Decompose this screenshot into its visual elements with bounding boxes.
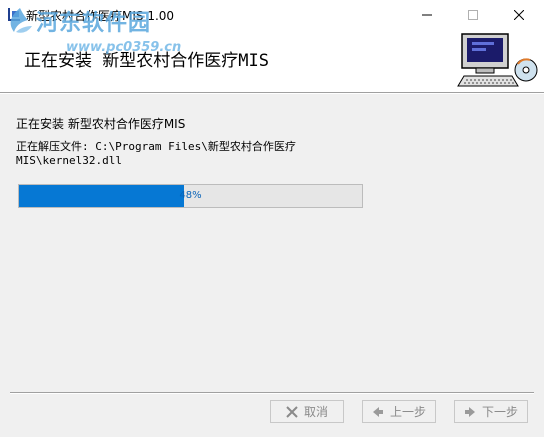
minimize-icon [422, 14, 432, 16]
back-button[interactable]: 上一步 [362, 400, 436, 423]
arrow-right-icon [464, 406, 475, 417]
cancel-button[interactable]: 取消 [270, 400, 344, 423]
arrow-left-icon [372, 406, 383, 417]
installer-app-icon [8, 8, 20, 21]
maximize-icon [468, 10, 478, 20]
install-progress-bar: 48% [18, 184, 363, 208]
cancel-button-label: 取消 [303, 405, 328, 419]
next-button[interactable]: 下一步 [454, 400, 528, 423]
computer-illustration-icon [457, 33, 538, 87]
page-title: 正在安装 新型农村合作医疗MIS [24, 51, 269, 71]
cancel-x-icon [286, 405, 298, 418]
maximize-button[interactable] [450, 0, 496, 30]
window-title: 新型农村合作医疗MIS 1.00 [26, 9, 175, 23]
footer-divider [10, 392, 534, 394]
wizard-footer: 取消 上一步 下一步 [0, 392, 544, 437]
extract-file-text: 正在解压文件: C:\Program Files\新型农村合作医疗MIS\ker… [16, 140, 296, 167]
install-status-text: 正在安装 新型农村合作医疗MIS [16, 117, 186, 131]
close-icon [514, 10, 524, 20]
progress-percent: 48% [179, 190, 202, 201]
back-button-label: 上一步 [389, 405, 426, 419]
minimize-button[interactable] [404, 0, 450, 30]
title-bar: 新型农村合作医疗MIS 1.00 [0, 0, 544, 30]
wizard-header: 正在安装 新型农村合作医疗MIS [0, 30, 544, 92]
close-button[interactable] [496, 0, 542, 30]
next-button-label: 下一步 [481, 405, 518, 419]
install-progress-panel: 正在安装 新型农村合作医疗MIS 正在解压文件: C:\Program File… [0, 94, 544, 392]
